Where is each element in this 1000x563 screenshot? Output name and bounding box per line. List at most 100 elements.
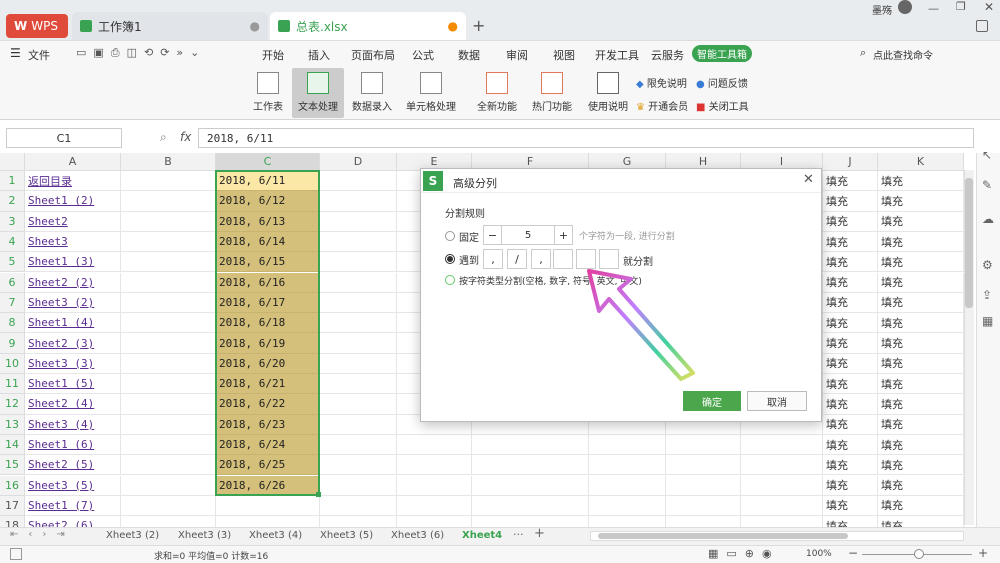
row-header[interactable]: 3 bbox=[0, 211, 25, 232]
search-command[interactable]: 点此查找命令 bbox=[873, 47, 933, 62]
layout-icon[interactable] bbox=[976, 20, 988, 32]
sheet-link[interactable]: Sheet3 (4) bbox=[28, 418, 94, 431]
ok-button[interactable]: 确定 bbox=[683, 391, 741, 411]
cell-b[interactable] bbox=[121, 171, 216, 192]
row-header[interactable]: 15 bbox=[0, 455, 25, 476]
cell-a[interactable]: Sheet2 bbox=[25, 211, 121, 232]
increment-button[interactable]: + bbox=[554, 226, 572, 244]
cell-g[interactable] bbox=[589, 475, 666, 496]
cell-j[interactable]: 填充 bbox=[823, 434, 878, 456]
avatar[interactable] bbox=[898, 0, 912, 14]
cell-k[interactable]: 填充 bbox=[878, 394, 964, 415]
cell-d[interactable] bbox=[320, 374, 397, 395]
select-all-corner[interactable] bbox=[0, 153, 25, 171]
cell-f[interactable] bbox=[472, 455, 589, 476]
sheet-link[interactable]: Sheet2 (5) bbox=[28, 458, 94, 471]
column-header-b[interactable]: B bbox=[121, 153, 216, 171]
cursor-icon[interactable]: ↖ bbox=[982, 148, 992, 162]
cell-k[interactable]: 填充 bbox=[878, 272, 964, 293]
cell-d[interactable] bbox=[320, 475, 397, 496]
sheet-tab[interactable]: Xheet3 (5) bbox=[320, 530, 373, 541]
radio-meet[interactable] bbox=[445, 254, 455, 264]
menu-formula[interactable]: 公式 bbox=[412, 47, 434, 63]
cell-a[interactable]: Sheet1 (2) bbox=[25, 191, 121, 212]
cell-k[interactable]: 填充 bbox=[878, 191, 964, 212]
column-header-c[interactable]: C bbox=[216, 153, 320, 171]
cell-k[interactable]: 填充 bbox=[878, 374, 964, 395]
zoom-search-icon[interactable]: ⌕ bbox=[160, 130, 167, 145]
menu-data[interactable]: 数据 bbox=[458, 47, 480, 63]
cell-j[interactable]: 填充 bbox=[823, 191, 878, 212]
sheet-tab[interactable]: Xheet3 (3) bbox=[178, 530, 231, 541]
free-note-link[interactable]: ◆ 限免说明 bbox=[636, 75, 687, 90]
cell-d[interactable] bbox=[320, 191, 397, 212]
zoom-slider-thumb[interactable] bbox=[914, 549, 924, 559]
cell-k[interactable]: 填充 bbox=[878, 455, 964, 476]
cell-e[interactable] bbox=[397, 495, 472, 517]
cell-j[interactable]: 填充 bbox=[823, 211, 878, 232]
cell-k[interactable]: 填充 bbox=[878, 171, 964, 192]
cell-k[interactable]: 填充 bbox=[878, 252, 964, 273]
cell-k[interactable]: 填充 bbox=[878, 211, 964, 232]
row-header[interactable]: 2 bbox=[0, 191, 25, 212]
column-header-a[interactable]: A bbox=[25, 153, 121, 171]
sheet-link[interactable]: Sheet2 (3) bbox=[28, 337, 94, 350]
sheet-tab[interactable]: Xheet3 (4) bbox=[249, 530, 302, 541]
cell-a[interactable]: Sheet1 (5) bbox=[25, 374, 121, 395]
menu-view[interactable]: 视图 bbox=[553, 47, 575, 63]
cell-b[interactable] bbox=[121, 495, 216, 517]
scrollbar-thumb[interactable] bbox=[965, 178, 973, 308]
fx-label[interactable]: fx bbox=[180, 130, 191, 144]
unsaved-dot-icon[interactable]: ● bbox=[448, 19, 458, 33]
cell-a[interactable]: Sheet2 (3) bbox=[25, 333, 121, 354]
cell-f[interactable] bbox=[472, 475, 589, 496]
cell-k[interactable]: 填充 bbox=[878, 495, 964, 517]
sheet-link[interactable]: Sheet3 bbox=[28, 235, 68, 248]
cell-k[interactable]: 填充 bbox=[878, 353, 964, 374]
fill-handle[interactable] bbox=[316, 491, 321, 497]
cell-b[interactable] bbox=[121, 374, 216, 395]
tab-workbook1[interactable]: 工作簿1 ● bbox=[72, 12, 268, 40]
cell-a[interactable]: Sheet1 (4) bbox=[25, 313, 121, 334]
minimize-icon[interactable]: — bbox=[928, 2, 939, 15]
row-header[interactable]: 16 bbox=[0, 475, 25, 496]
cell-c[interactable] bbox=[216, 495, 320, 517]
status-icon[interactable] bbox=[10, 548, 22, 560]
row-header[interactable]: 5 bbox=[0, 252, 25, 273]
sheet-nav-arrows[interactable]: ⇤‹›⇥ bbox=[10, 529, 75, 540]
row-header[interactable]: 11 bbox=[0, 374, 25, 395]
cell-k[interactable]: 填充 bbox=[878, 475, 964, 496]
cell-b[interactable] bbox=[121, 353, 216, 374]
cell-a[interactable]: Sheet3 bbox=[25, 231, 121, 253]
cell-d[interactable] bbox=[320, 394, 397, 415]
cell-b[interactable] bbox=[121, 211, 216, 232]
file-menu[interactable]: 文件 bbox=[28, 47, 50, 63]
cell-k[interactable]: 填充 bbox=[878, 414, 964, 435]
cell-h[interactable] bbox=[666, 434, 741, 456]
cell-h[interactable] bbox=[666, 475, 741, 496]
cell-h[interactable] bbox=[666, 495, 741, 517]
cell-b[interactable] bbox=[121, 394, 216, 415]
formula-input[interactable]: 2018, 6/11 bbox=[198, 128, 974, 148]
feedback-link[interactable]: ● 问题反馈 bbox=[696, 75, 748, 90]
row-header[interactable]: 12 bbox=[0, 394, 25, 415]
cell-k[interactable]: 填充 bbox=[878, 292, 964, 314]
apps-icon[interactable]: ▦ bbox=[982, 314, 993, 328]
brush-icon[interactable]: ✎ bbox=[982, 178, 992, 192]
cell-a[interactable]: Sheet2 (5) bbox=[25, 455, 121, 476]
cell-i[interactable] bbox=[741, 495, 823, 517]
cell-k[interactable]: 填充 bbox=[878, 313, 964, 334]
menu-start[interactable]: 开始 bbox=[262, 47, 284, 63]
cell-b[interactable] bbox=[121, 231, 216, 253]
cell-d[interactable] bbox=[320, 272, 397, 293]
cell-j[interactable]: 填充 bbox=[823, 495, 878, 517]
cell-a[interactable]: Sheet1 (6) bbox=[25, 434, 121, 456]
cell-e[interactable] bbox=[397, 475, 472, 496]
add-sheet-button[interactable]: + bbox=[534, 526, 545, 541]
settings-icon[interactable]: ⚙ bbox=[982, 258, 993, 272]
more-sheets-icon[interactable]: ··· bbox=[513, 528, 524, 541]
cell-e[interactable] bbox=[397, 455, 472, 476]
cell-a[interactable]: 返回目录 bbox=[25, 171, 121, 192]
cell-j[interactable]: 填充 bbox=[823, 171, 878, 192]
cell-k[interactable]: 填充 bbox=[878, 333, 964, 354]
